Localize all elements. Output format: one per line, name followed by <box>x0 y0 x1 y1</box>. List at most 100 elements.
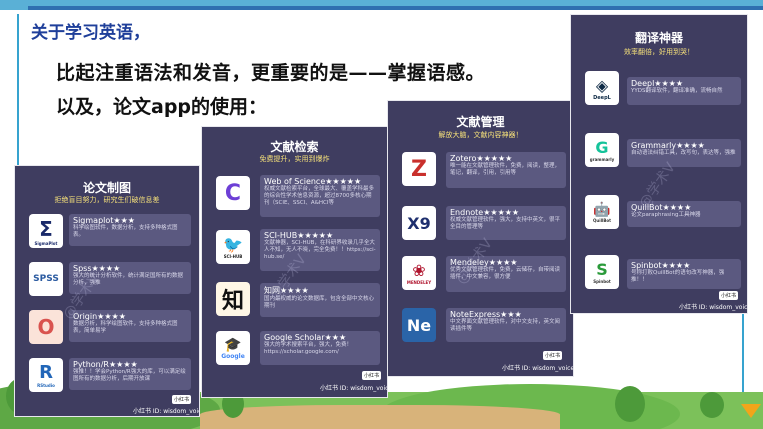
list-item[interactable]: 🎓 Google Google Scholar★★★ 强大的学术搜索平台，强大，… <box>202 327 387 375</box>
logo-glyph: 知 <box>221 289 244 314</box>
item-info: Deepl★★★★ YYDS翻译软件，翻译准确，流畅自然 <box>627 77 741 105</box>
item-name: Grammarly★★★★ <box>631 141 705 150</box>
list-item[interactable]: 🤖 QuillBot QuillBot★★★★ 论文paraphrasing工具… <box>571 191 747 237</box>
item-info: Spss★★★★ 强大的统计分析软件，统计满足国所有的数据分析，强推 <box>69 262 191 294</box>
item-info: Spinbot★★★★ 号称打败QuillBot的语句改写神器，强推！！ <box>627 259 741 289</box>
top-bar-accent <box>28 6 763 10</box>
item-info: Zotero★★★★★ 唯一能在文献管理软件，免费，阅读，整理，笔记，翻译，引用… <box>446 152 566 188</box>
item-desc: 国内最权威的论文数据库，包含全部中文核心期刊 <box>264 296 375 309</box>
item-name: QuillBot★★★★ <box>631 203 692 212</box>
item-desc: 强推！！学会Python/R强大的库，可以满足绘图所有的数据分析，后期开放课 <box>73 369 186 382</box>
sci-hub-logo-icon: 🐦 SCI-HUB <box>216 230 250 264</box>
card-subtitle: 拒绝盲目努力，研究生们破信息差 <box>54 196 160 204</box>
item-desc: 强大的学术搜索平台，强大，免费！https://scholar.google.c… <box>264 342 353 355</box>
zhiwang-logo-icon: 知 <box>216 282 250 316</box>
item-info: Origin★★★★ 数据分析，科学绘图软件，支持多种格式图表，简单易学 <box>69 310 191 342</box>
logo-glyph: ❀ <box>412 261 426 280</box>
logo-glyph: 🐦 <box>223 235 243 254</box>
item-desc: 号称打败QuillBot的语句改写神器，强推！！ <box>631 270 725 283</box>
card-title: 文献检索 <box>270 140 319 154</box>
card-title: 翻译神器 <box>634 31 683 45</box>
card-chart-tools: 论文制图 拒绝盲目努力，研究生们破信息差 Σ SigmaPlot Sigmapl… <box>14 165 200 417</box>
item-desc: 权威文献管理软件，强大，支持中英文，很平全目的管理等 <box>450 217 561 230</box>
spss-logo-icon: SPSS <box>29 262 63 296</box>
list-item[interactable]: Ne NoteExpress★★★ 中文界面文献管理软件，对中文支持，英文阅读插… <box>388 303 573 353</box>
item-desc: YYDS翻译软件，翻译准确，流畅自然 <box>631 88 723 94</box>
item-desc: 数据分析，科学绘图软件，支持多种格式图表，简单易学 <box>73 321 178 334</box>
rstudio-logo-icon: R RStudio <box>29 358 63 392</box>
web-of-science-logo-icon: C <box>216 176 250 210</box>
item-desc: 强大的统计分析软件，统计满足国所有的数据分析，强推 <box>73 273 184 286</box>
item-desc: 论文paraphrasing工具神器 <box>631 212 701 218</box>
list-item[interactable]: SPSS Spss★★★★ 强大的统计分析软件，统计满足国所有的数据分析，强推 <box>15 258 199 302</box>
list-item[interactable]: Σ SigmaPlot Sigmaplot★★★ 科学绘图软件，数据分析，支持多… <box>15 210 199 254</box>
item-desc: 中文界面文献管理软件，对中文支持，英文阅读插件等 <box>450 319 561 332</box>
card-subtitle: 效率翻倍，好用到哭！ <box>624 48 694 56</box>
item-desc: 文献神器，SCI-HUB，在科研界收录几乎全大人不知，无人不晓，完全免费！！ht… <box>264 240 376 260</box>
origin-logo-icon: O <box>29 310 63 344</box>
item-name: Google Scholar★★★ <box>264 333 347 342</box>
logo-glyph: Σ <box>39 216 53 241</box>
dirt-path <box>200 405 560 429</box>
logo-label: SCI-HUB <box>223 254 243 259</box>
item-name: Endnote★★★★★ <box>450 208 520 217</box>
item-name: Spinbot★★★★ <box>631 261 691 270</box>
card-subtitle: 免费提升，实用到爆炸 <box>259 155 330 163</box>
item-name: Origin★★★★ <box>73 312 126 321</box>
item-name: Mendeley★★★★ <box>450 258 518 267</box>
card-footer: 小红书 ID: wisdom_voice <box>320 385 388 392</box>
item-name: NoteExpress★★★ <box>450 310 522 319</box>
quillbot-logo-icon: 🤖 QuillBot <box>585 195 619 229</box>
zotero-logo-icon: Z <box>402 152 436 186</box>
list-item[interactable]: X9 Endnote★★★★★ 权威文献管理软件，强大，支持中英文，很平全目的管… <box>388 201 573 249</box>
logo-glyph: R <box>39 362 53 383</box>
card-footer: 小红书 ID: wisdom_voice <box>502 365 574 372</box>
item-info: Python/R★★★★ 强推！！学会Python/R强大的库，可以满足绘图所有… <box>69 358 191 390</box>
item-name: Web of Science★★★★★ <box>264 177 362 186</box>
deepl-logo-icon: ◈ DeepL <box>585 71 619 105</box>
noteexpress-logo-icon: Ne <box>402 308 436 342</box>
logo-glyph: S <box>596 260 608 279</box>
heading-line-2: 比起注重语法和发音，更重要的是——掌握语感。 <box>56 62 486 84</box>
xiaohongshu-tag: 小红书 <box>172 395 192 404</box>
item-name: Deepl★★★★ <box>631 79 683 88</box>
logo-glyph: ◈ <box>595 75 609 95</box>
item-info: Sigmaplot★★★ 科学绘图软件，数据分析，支持多种格式图表。 <box>69 214 191 246</box>
arrow-down-icon <box>741 404 761 418</box>
list-item[interactable]: R RStudio Python/R★★★★ 强推！！学会Python/R强大的… <box>15 354 199 398</box>
heading-line-3: 以及，论文app的使用： <box>56 96 268 118</box>
card-footer: 小红书 ID: wisdom_voice <box>133 408 200 415</box>
spinbot-logo-icon: S Spinbot <box>585 255 619 289</box>
card-literature-management: 文献管理 解放大脑，文献内容神器！ Z Zotero★★★★★ 唯一能在文献管理… <box>387 100 574 377</box>
xiaohongshu-tag: 小红书 <box>362 371 382 380</box>
item-name: SCI-HUB★★★★★ <box>264 231 334 240</box>
logo-label: MENDELEY <box>406 280 432 285</box>
logo-glyph: Ne <box>406 315 432 335</box>
item-name: 知网★★★★ <box>264 286 309 295</box>
list-item[interactable]: G grammarly Grammarly★★★★ 自动语法纠错工具，改写句，表… <box>571 129 747 175</box>
list-item[interactable]: ◈ DeepL Deepl★★★★ YYDS翻译软件，翻译准确，流畅自然 <box>571 67 747 113</box>
list-item[interactable]: Z Zotero★★★★★ 唯一能在文献管理软件，免费，阅读，整理，笔记，翻译，… <box>388 147 573 197</box>
xiaohongshu-tag: 小红书 <box>543 351 563 360</box>
logo-glyph: X9 <box>407 213 431 233</box>
item-info: Endnote★★★★★ 权威文献管理软件，强大，支持中英文，很平全目的管理等 <box>446 206 566 240</box>
list-item[interactable]: ❀ MENDELEY Mendeley★★★★ 优秀文献管理软件，免费，云储存，… <box>388 251 573 301</box>
item-desc: 唯一能在文献管理软件，免费，阅读，整理，笔记，翻译，引用，引用等 <box>450 163 561 176</box>
list-item[interactable]: O Origin★★★★ 数据分析，科学绘图软件，支持多种格式图表，简单易学 <box>15 306 199 350</box>
tree <box>615 386 645 422</box>
tree <box>700 392 724 418</box>
item-name: Sigmaplot★★★ <box>73 216 135 225</box>
list-item[interactable]: 知 知网★★★★ 国内最权威的论文数据库，包含全部中文核心期刊 <box>202 279 387 325</box>
item-name: Zotero★★★★★ <box>450 154 513 163</box>
logo-glyph: G <box>595 138 609 157</box>
logo-label: RStudio <box>37 383 55 388</box>
mendeley-logo-icon: ❀ MENDELEY <box>402 256 436 290</box>
card-title: 文献管理 <box>456 115 505 129</box>
slide: 关于学习英语， 比起注重语法和发音，更重要的是——掌握语感。 以及，论文app的… <box>0 0 763 429</box>
item-desc: 优秀文献管理软件，免费，云储存，自带阅读插件，中文兼容，很方便 <box>450 267 561 280</box>
item-name: Spss★★★★ <box>73 264 121 273</box>
list-item[interactable]: 🐦 SCI-HUB SCI-HUB★★★★★ 文献神器，SCI-HUB，在科研界… <box>202 225 387 275</box>
list-item[interactable]: C Web of Science★★★★★ 权威文献检索平台，全球最大、覆盖学科… <box>202 171 387 221</box>
logo-label: QuillBot <box>592 217 612 223</box>
logo-label: SigmaPlot <box>34 240 58 246</box>
